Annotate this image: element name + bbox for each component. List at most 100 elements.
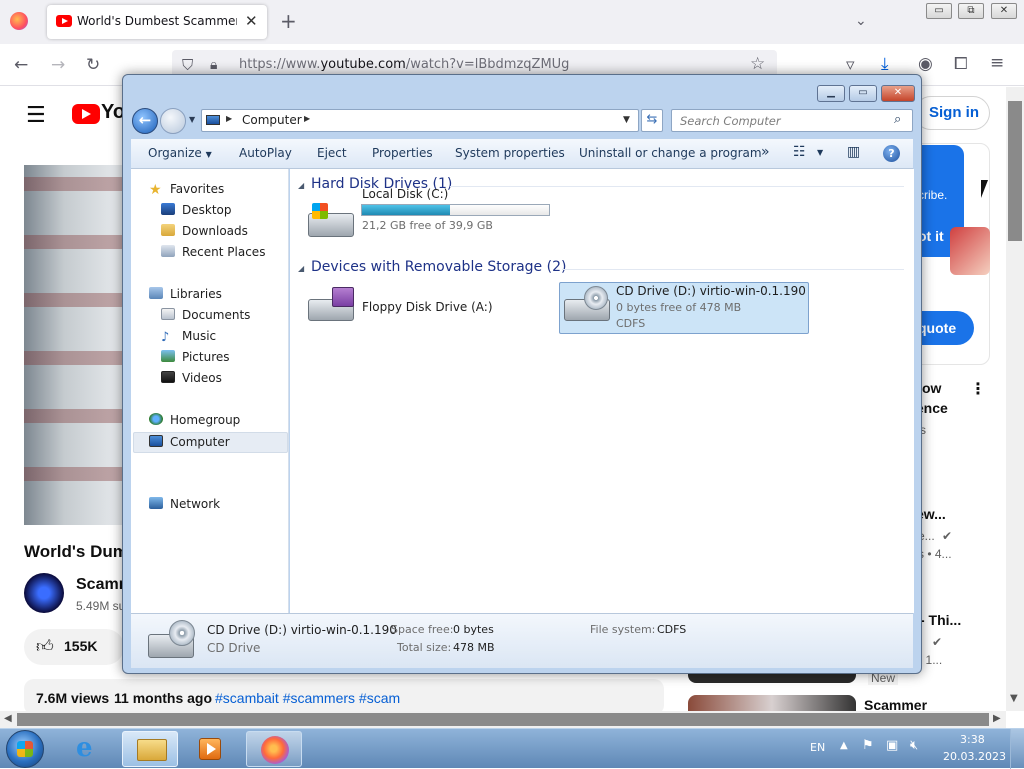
search-placeholder: Search Computer <box>680 114 781 128</box>
folder-icon <box>137 739 167 761</box>
minimize-window-button[interactable]: ▭ <box>926 3 952 19</box>
change-view-icon[interactable]: ☷ <box>793 144 806 160</box>
explorer-close-button[interactable]: ✕ <box>881 85 915 102</box>
scroll-left-icon[interactable]: ◀ <box>4 713 12 724</box>
details-cd-disc-icon <box>169 620 195 646</box>
network-status-icon[interactable]: ▣ <box>886 738 898 753</box>
nav-computer[interactable]: Computer <box>149 432 230 453</box>
search-box[interactable]: Search Computer ⌕ <box>671 109 913 132</box>
tab-close-icon[interactable]: ✕ <box>245 12 258 30</box>
details-space-free-label: Space free: <box>391 623 454 636</box>
taskbar-media-player[interactable] <box>182 731 238 767</box>
more-vert-icon[interactable]: ⋮ <box>970 379 986 398</box>
nav-music[interactable]: ♪ Music <box>161 326 216 347</box>
scroll-down-icon[interactable]: ▼ <box>1010 693 1018 704</box>
language-indicator[interactable]: EN <box>810 741 825 754</box>
nav-documents[interactable]: Documents <box>161 305 250 326</box>
explorer-minimize-button[interactable]: ▁ <box>817 85 845 102</box>
nav-computer-label: Computer <box>170 435 230 449</box>
tooltip-text: cribe. <box>918 188 948 202</box>
address-bar[interactable]: ▶ Computer ▶ ▼ <box>201 109 639 132</box>
group-removable-storage[interactable]: Devices with Removable Storage (2) <box>311 259 566 275</box>
taskbar-internet-explorer[interactable]: e <box>62 731 118 767</box>
nav-libraries[interactable]: Libraries <box>149 284 222 305</box>
eject-button[interactable]: Eject <box>317 146 347 160</box>
refresh-button[interactable]: ⇆ <box>641 109 663 132</box>
view-count: 7.6M views <box>36 690 110 706</box>
group-collapse-icon[interactable]: ◢ <box>298 181 304 190</box>
breadcrumb-separator-icon[interactable]: ▶ <box>304 114 310 123</box>
recent-pages-chevron-down-icon[interactable]: ▼ <box>189 115 195 124</box>
nav-recent-places[interactable]: Recent Places <box>161 242 265 263</box>
nav-videos[interactable]: Videos <box>161 368 222 389</box>
nav-homegroup[interactable]: Homegroup <box>149 410 240 431</box>
list-tabs-chevron-down-icon[interactable]: ⌄ <box>855 11 867 31</box>
group-collapse-icon[interactable]: ◢ <box>298 264 304 273</box>
uninstall-program-button[interactable]: Uninstall or change a program <box>579 146 762 160</box>
show-desktop-button[interactable] <box>1010 729 1024 769</box>
libraries-icon <box>149 287 163 299</box>
details-space-free-value: 0 bytes <box>453 623 494 636</box>
volume-muted-icon[interactable]: 🔇︎ <box>910 738 918 753</box>
page-scrollbar-thumb[interactable] <box>1008 101 1022 241</box>
breadcrumb-computer[interactable]: Computer <box>242 113 302 127</box>
clock-time[interactable]: 3:38 <box>960 733 985 746</box>
close-window-button[interactable]: ✕ <box>991 3 1017 19</box>
new-tab-icon[interactable]: + <box>280 11 297 31</box>
hamburger-menu-icon[interactable]: ☰ <box>26 103 46 128</box>
verified-icon: ✔ <box>932 635 943 649</box>
app-menu-icon[interactable]: ≡ <box>990 53 1004 73</box>
search-icon[interactable]: ⌕ <box>894 112 901 127</box>
system-properties-button[interactable]: System properties <box>455 146 565 160</box>
nav-documents-label: Documents <box>182 308 251 322</box>
forward-button[interactable] <box>160 108 186 134</box>
internet-explorer-icon: e <box>76 733 93 763</box>
help-icon[interactable]: ? <box>883 145 900 162</box>
autoplay-button[interactable]: AutoPlay <box>239 146 292 160</box>
hashtags[interactable]: #scambait #scammers #scam <box>215 690 400 706</box>
organize-button[interactable]: Organize ▼ <box>148 146 212 160</box>
view-options-chevron-down-icon[interactable]: ▼ <box>817 148 823 157</box>
nav-network[interactable]: Network <box>149 494 220 515</box>
restore-window-button[interactable]: ⧉ <box>958 3 984 19</box>
clock-date[interactable]: 20.03.2023 <box>943 750 1006 763</box>
shield-icon[interactable]: ⛉ <box>182 55 193 75</box>
preview-pane-icon[interactable]: ▥ <box>847 144 860 160</box>
action-center-flag-icon[interactable]: ⚑ <box>862 738 874 753</box>
sidebar-text-6: s • 4... <box>918 547 952 561</box>
local-disk-free-text: 21,2 GB free of 39,9 GB <box>362 219 493 232</box>
show-hidden-icons-icon[interactable]: ▲ <box>840 740 848 751</box>
firefox-menu-icon[interactable] <box>10 12 28 30</box>
taskbar-explorer[interactable] <box>122 731 178 767</box>
back-icon[interactable]: ← <box>14 55 28 75</box>
browser-tab-active[interactable]: World's Dumbest Scammer Call ✕ <box>47 5 267 39</box>
command-bar: Organize ▼ AutoPlay Eject Properties Sys… <box>131 139 913 169</box>
nav-pictures[interactable]: Pictures <box>161 347 230 368</box>
horizontal-scrollbar-thumb[interactable] <box>17 713 989 726</box>
nav-favorites[interactable]: ★ Favorites <box>149 179 224 200</box>
more-commands-button[interactable]: » <box>761 144 770 160</box>
scroll-right-icon[interactable]: ▶ <box>993 713 1001 724</box>
explorer-maximize-button[interactable]: ▭ <box>849 85 877 102</box>
properties-button[interactable]: Properties <box>372 146 433 160</box>
breadcrumb-separator-icon[interactable]: ▶ <box>226 114 232 123</box>
reload-icon[interactable]: ↻ <box>86 55 100 75</box>
channel-avatar[interactable] <box>24 573 64 613</box>
nav-recent-places-label: Recent Places <box>182 245 266 259</box>
star-icon: ★ <box>149 182 162 198</box>
nav-desktop[interactable]: Desktop <box>161 200 232 221</box>
downloads-icon[interactable]: ⤓ <box>881 54 889 74</box>
address-history-chevron-down-icon[interactable]: ▼ <box>623 115 630 125</box>
forward-icon[interactable]: → <box>51 55 65 75</box>
url-text[interactable]: https://www.youtube.com/watch?v=lBbdmzqZ… <box>239 57 569 72</box>
taskbar-firefox[interactable] <box>246 731 302 767</box>
back-button[interactable]: ← <box>132 108 158 134</box>
pocket-icon[interactable]: ▿ <box>846 55 855 75</box>
extensions-icon[interactable]: ⧠ <box>954 54 968 74</box>
cd-drive-filesystem: CDFS <box>616 317 646 330</box>
bookmark-star-icon[interactable]: ☆ <box>750 54 765 74</box>
lock-icon[interactable]: 🔒︎ <box>210 55 217 75</box>
quote-button-label: quote <box>918 320 957 336</box>
nav-downloads[interactable]: Downloads <box>161 221 248 242</box>
account-icon[interactable]: ◉ <box>918 54 933 74</box>
